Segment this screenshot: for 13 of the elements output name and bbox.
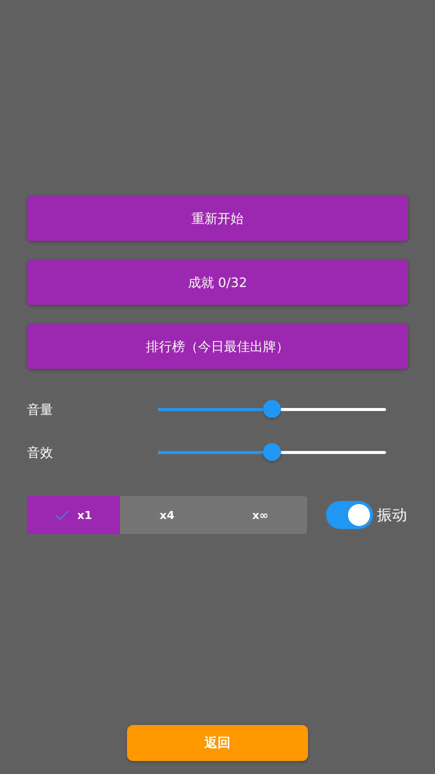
check-icon bbox=[55, 510, 70, 520]
toggle-label: 振动 bbox=[377, 506, 407, 524]
menu-button[interactable]: 排行榜（今日最佳出牌） bbox=[27, 324, 408, 369]
menu-button[interactable]: 成就 0/32 bbox=[27, 260, 408, 305]
slider-thumb[interactable] bbox=[263, 443, 281, 461]
multiplier-option[interactable]: x4 bbox=[120, 496, 214, 534]
multiplier-option[interactable]: x∞ bbox=[214, 496, 307, 534]
vibration-toggle[interactable] bbox=[326, 501, 373, 529]
multiplier-option[interactable]: x1 bbox=[27, 496, 120, 534]
slider-label: 音量 bbox=[27, 402, 54, 418]
slider-label: 音效 bbox=[27, 444, 54, 462]
menu-button[interactable]: 重新开始 bbox=[27, 196, 408, 241]
slider-thumb[interactable] bbox=[263, 400, 281, 418]
